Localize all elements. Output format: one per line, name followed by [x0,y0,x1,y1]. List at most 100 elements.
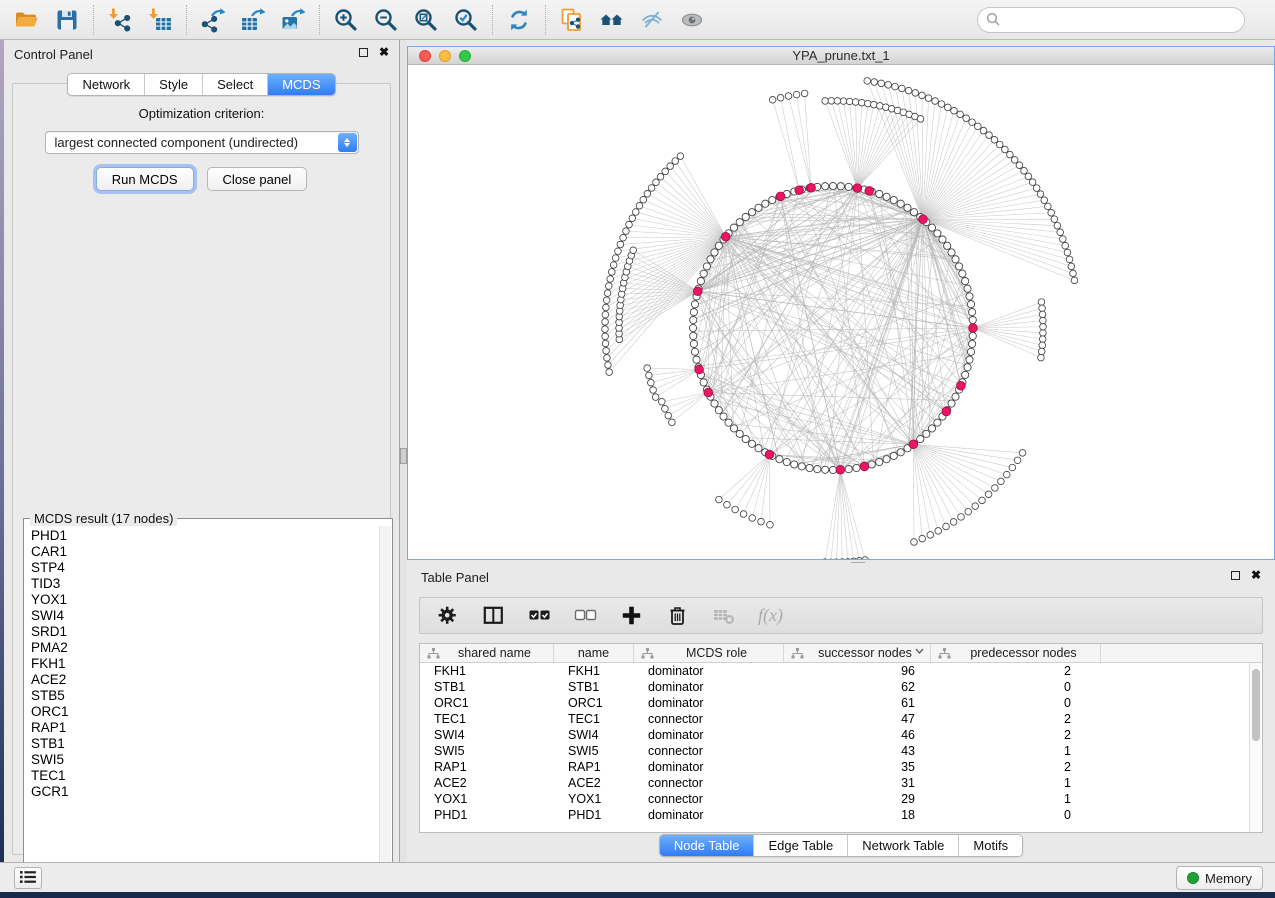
split-panel-button[interactable] [482,604,505,627]
run-mcds-button[interactable]: Run MCDS [96,167,194,191]
search-field[interactable] [977,7,1245,33]
folder-open-button[interactable] [10,4,44,36]
close-panel-button[interactable]: Close panel [207,167,308,191]
zoom-out-button[interactable] [369,4,403,36]
zoom-selected-button[interactable] [449,4,483,36]
close-panel-icon[interactable]: ✖ [379,47,389,57]
column-header-shared-name[interactable]: shared name [420,644,554,662]
table-row[interactable]: SWI4SWI4dominator462 [420,727,1249,743]
function-builder-button[interactable]: f(x) [758,605,783,626]
mcds-result-item[interactable]: ORC1 [31,704,379,720]
mcds-result-item[interactable]: STB1 [31,736,379,752]
tab-edge-table[interactable]: Edge Table [754,835,848,856]
float-window-icon[interactable] [1231,571,1240,580]
mcds-result-list[interactable]: PHD1CAR1STP4TID3YOX1SWI4SRD1PMA2FKH1ACE2… [25,526,379,880]
tab-motifs[interactable]: Motifs [959,835,1022,856]
optimization-criterion-select[interactable]: largest connected component (undirected) [45,131,359,154]
mcds-result-item[interactable]: ACE2 [31,672,379,688]
mcds-result-item[interactable]: SRD1 [31,624,379,640]
search-input[interactable] [1006,13,1236,28]
mcds-result-item[interactable]: SWI5 [31,752,379,768]
table-row[interactable]: RAP1RAP1dominator352 [420,759,1249,775]
table-cell: connector [634,775,784,791]
task-list-icon [19,870,37,887]
network-window-titlebar[interactable]: YPA_prune.txt_1 [408,47,1274,65]
zoom-in-button[interactable] [329,4,363,36]
column-header-MCDS-role[interactable]: MCDS role [634,644,784,662]
tab-style[interactable]: Style [145,74,203,95]
mcds-result-item[interactable]: STP4 [31,560,379,576]
column-header-name[interactable]: name [554,644,634,662]
tab-select[interactable]: Select [203,74,268,95]
mcds-result-item[interactable]: TEC1 [31,768,379,784]
maximize-window-icon[interactable] [459,50,471,62]
table-cell: 18 [784,807,931,823]
delete-table-button[interactable] [712,604,735,627]
select-all-checkboxes-button[interactable] [528,604,551,627]
export-image-button[interactable] [276,4,310,36]
tab-node-table[interactable]: Node Table [660,835,755,856]
table-row[interactable]: ORC1ORC1dominator610 [420,695,1249,711]
table-cell: 43 [784,743,931,759]
table-cell: PHD1 [554,807,634,823]
control-panel-tabbar: NetworkStyleSelectMCDS [4,73,399,96]
zoom-fit-button[interactable] [409,4,443,36]
mcds-result-item[interactable]: YOX1 [31,592,379,608]
tab-network[interactable]: Network [68,74,145,95]
vertical-splitter[interactable] [400,40,407,862]
column-header-successor-nodes[interactable]: successor nodes [784,644,931,662]
mcds-result-item[interactable]: FKH1 [31,656,379,672]
task-history-button[interactable] [14,867,42,889]
delete-column-button[interactable] [666,604,689,627]
import-network-button[interactable] [103,4,137,36]
save-button[interactable] [50,4,84,36]
table-row[interactable]: PHD1PHD1dominator180 [420,807,1249,823]
table-cell: 31 [784,775,931,791]
homes-button[interactable] [595,4,629,36]
table-cell: connector [634,711,784,727]
float-window-icon[interactable] [359,48,368,57]
tab-network-table[interactable]: Network Table [848,835,959,856]
mcds-result-item[interactable]: STB5 [31,688,379,704]
network-canvas[interactable] [408,66,1274,559]
table-row[interactable]: STB1STB1dominator620 [420,679,1249,695]
splitter-grip[interactable] [400,448,407,464]
mcds-result-scrollbar[interactable] [379,526,391,880]
table-cell: 29 [784,791,931,807]
scrollbar-thumb[interactable] [1252,669,1260,741]
mcds-result-item[interactable]: RAP1 [31,720,379,736]
table-row[interactable]: FKH1FKH1dominator962 [420,663,1249,679]
table-row[interactable]: SWI5SWI5connector431 [420,743,1249,759]
settings-gear-button[interactable] [436,604,459,627]
close-window-icon[interactable] [419,50,431,62]
network-graph[interactable] [408,66,1274,559]
table-row[interactable]: TEC1TEC1connector472 [420,711,1249,727]
table-cell: 35 [784,759,931,775]
refresh-button[interactable] [502,4,536,36]
add-column-button[interactable] [620,604,643,627]
mcds-result-item[interactable]: GCR1 [31,784,379,800]
tab-mcds[interactable]: MCDS [268,74,334,95]
hide-selected-button[interactable] [635,4,669,36]
mcds-result-item[interactable]: TID3 [31,576,379,592]
close-panel-icon[interactable]: ✖ [1251,570,1261,580]
mcds-result-item[interactable]: PHD1 [31,528,379,544]
mcds-result-item[interactable]: PMA2 [31,640,379,656]
minimize-window-icon[interactable] [439,50,451,62]
show-eye-button[interactable] [675,4,709,36]
table-row[interactable]: YOX1YOX1connector291 [420,791,1249,807]
table-scrollbar[interactable] [1249,663,1262,832]
deselect-all-checkboxes-button[interactable] [574,604,597,627]
table-cell: FKH1 [554,663,634,679]
export-network-button[interactable] [196,4,230,36]
import-table-button[interactable] [143,4,177,36]
table-row[interactable]: ACE2ACE2connector311 [420,775,1249,791]
mcds-result-item[interactable]: CAR1 [31,544,379,560]
column-header-predecessor-nodes[interactable]: predecessor nodes [931,644,1101,662]
table-cell: 96 [784,663,931,679]
clone-network-button[interactable] [555,4,589,36]
mcds-result-item[interactable]: SWI4 [31,608,379,624]
memory-button[interactable]: Memory [1176,866,1263,890]
sort-descending-icon [915,648,924,654]
export-table-button[interactable] [236,4,270,36]
